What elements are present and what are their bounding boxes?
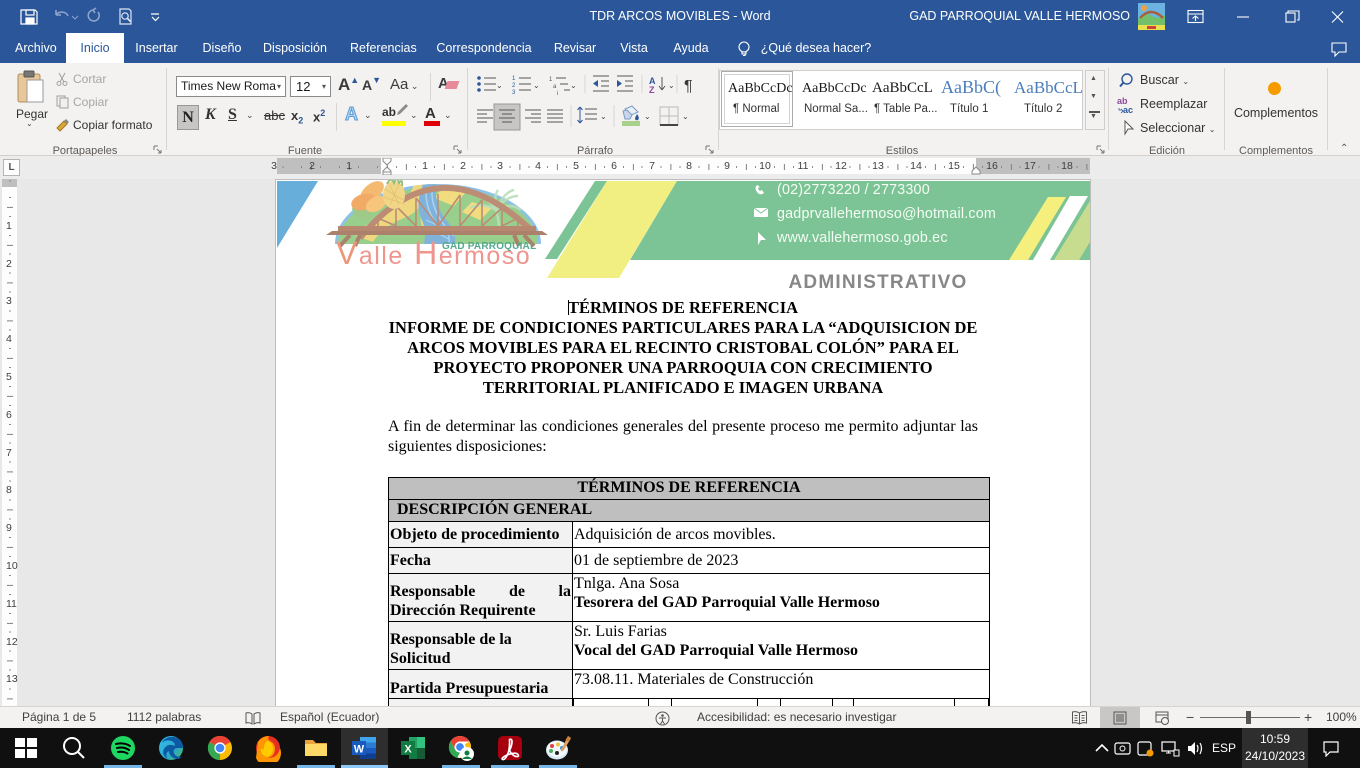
svg-text:gadprvallehermoso@hotmail.com: gadprvallehermoso@hotmail.com bbox=[777, 206, 996, 222]
svg-text:X: X bbox=[404, 744, 412, 756]
svg-text:⌄: ⌄ bbox=[668, 81, 675, 90]
svg-text:W: W bbox=[354, 744, 365, 756]
svg-text:GAD PARROQUIAL: GAD PARROQUIAL bbox=[442, 241, 536, 252]
svg-text:3: 3 bbox=[512, 90, 516, 96]
svg-text:2: 2 bbox=[512, 83, 516, 89]
svg-text:¶: ¶ bbox=[684, 78, 693, 95]
svg-text:⌄: ⌄ bbox=[682, 112, 689, 121]
svg-text:⌄: ⌄ bbox=[600, 112, 607, 121]
svg-text:www.vallehermoso.gob.ec: www.vallehermoso.gob.ec bbox=[776, 230, 948, 246]
svg-text:1: 1 bbox=[512, 76, 516, 82]
svg-text:⌄: ⌄ bbox=[496, 81, 503, 90]
svg-text:a: a bbox=[553, 84, 557, 90]
svg-text:ac: ac bbox=[1123, 105, 1133, 114]
svg-text:1: 1 bbox=[549, 77, 553, 83]
svg-text:(02)2773220 / 2773300: (02)2773220 / 2773300 bbox=[777, 182, 930, 198]
svg-text:⌄: ⌄ bbox=[533, 81, 540, 90]
svg-text:⌄: ⌄ bbox=[644, 112, 651, 121]
svg-text:⌄: ⌄ bbox=[570, 81, 577, 90]
svg-text:ADMINISTRATIVO: ADMINISTRATIVO bbox=[789, 272, 968, 293]
svg-text:i: i bbox=[557, 91, 558, 97]
svg-text:Z: Z bbox=[649, 85, 655, 95]
